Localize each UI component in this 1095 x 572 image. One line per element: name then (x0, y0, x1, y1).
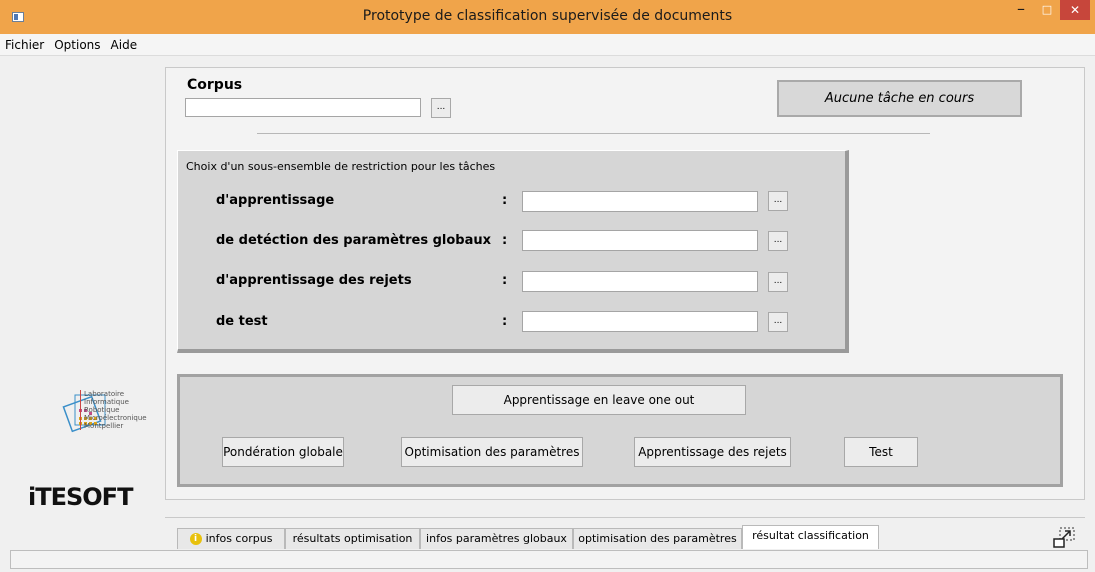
row-colon: : (502, 233, 508, 248)
tab-resultat-classification[interactable]: résultat classification (742, 525, 879, 549)
rejets-browse-button[interactable]: ... (768, 272, 788, 292)
minimize-button[interactable]: – (1008, 0, 1034, 20)
separator (257, 133, 930, 134)
task-status: Aucune tâche en cours (777, 80, 1022, 117)
tab-label: optimisation des paramètres (578, 532, 737, 545)
test-input[interactable] (522, 311, 758, 332)
corpus-input[interactable] (185, 98, 421, 117)
rejets-input[interactable] (522, 271, 758, 292)
maximize-button[interactable]: □ (1034, 0, 1060, 20)
test-browse-button[interactable]: ... (768, 312, 788, 332)
window-title: Prototype de classification supervisée d… (362, 8, 733, 24)
app-icon[interactable] (12, 12, 24, 22)
optimisation-parametres-button[interactable]: Optimisation des paramètres (401, 437, 583, 467)
lirmm-line: Microélectronique (84, 414, 147, 422)
row-label-rejets: d'apprentissage des rejets (216, 273, 412, 288)
title-bar[interactable]: Prototype de classification supervisée d… (0, 0, 1095, 34)
test-button[interactable]: Test (844, 437, 918, 467)
tab-infos-corpus[interactable]: i infos corpus (177, 528, 285, 549)
restriction-title: Choix d'un sous-ensemble de restriction … (186, 160, 496, 173)
row-label-apprentissage: d'apprentissage (216, 193, 335, 208)
menu-options[interactable]: Options (49, 34, 105, 52)
menu-fichier[interactable]: Fichier (0, 34, 49, 52)
status-bar-field (10, 550, 1088, 569)
tab-label: résultat classification (752, 529, 869, 542)
ponderation-globale-button[interactable]: Pondération globale (222, 437, 344, 467)
close-button[interactable]: ✕ (1060, 0, 1090, 20)
row-colon: : (502, 314, 508, 329)
info-icon: i (189, 533, 202, 545)
leave-one-out-button[interactable]: Apprentissage en leave one out (452, 385, 746, 415)
tab-label: infos paramètres globaux (426, 532, 567, 545)
tab-resultats-optimisation[interactable]: résultats optimisation (285, 528, 420, 549)
lirmm-line: Robotique (84, 406, 120, 414)
itesoft-logo: iTESOFT (28, 483, 133, 511)
apprentissage-rejets-button[interactable]: Apprentissage des rejets (634, 437, 791, 467)
tab-optimisation-parametres[interactable]: optimisation des paramètres (573, 528, 742, 549)
lirmm-line: Informatique (84, 398, 129, 406)
menu-aide[interactable]: Aide (106, 34, 143, 52)
parametres-globaux-input[interactable] (522, 230, 758, 251)
lirmm-line: Laboratoire (84, 390, 125, 398)
tab-label: infos corpus (205, 532, 273, 545)
row-colon: : (502, 273, 508, 288)
row-colon: : (502, 193, 508, 208)
tab-label: résultats optimisation (292, 532, 413, 545)
parametres-globaux-browse-button[interactable]: ... (768, 231, 788, 251)
undock-icon[interactable] (1052, 527, 1076, 549)
menu-bar: Fichier Options Aide (0, 34, 1095, 56)
lirmm-line: Montpellier (84, 422, 124, 430)
apprentissage-input[interactable] (522, 191, 758, 212)
apprentissage-browse-button[interactable]: ... (768, 191, 788, 211)
row-label-test: de test (216, 314, 268, 329)
lirmm-logo-text: Laboratoire Informatique Robotique Micro… (80, 390, 147, 430)
tab-infos-parametres-globaux[interactable]: infos paramètres globaux (420, 528, 573, 549)
row-label-parametres-globaux: de detéction des paramètres globaux (216, 233, 492, 248)
corpus-browse-button[interactable]: ... (431, 98, 451, 118)
corpus-label: Corpus (187, 77, 243, 93)
